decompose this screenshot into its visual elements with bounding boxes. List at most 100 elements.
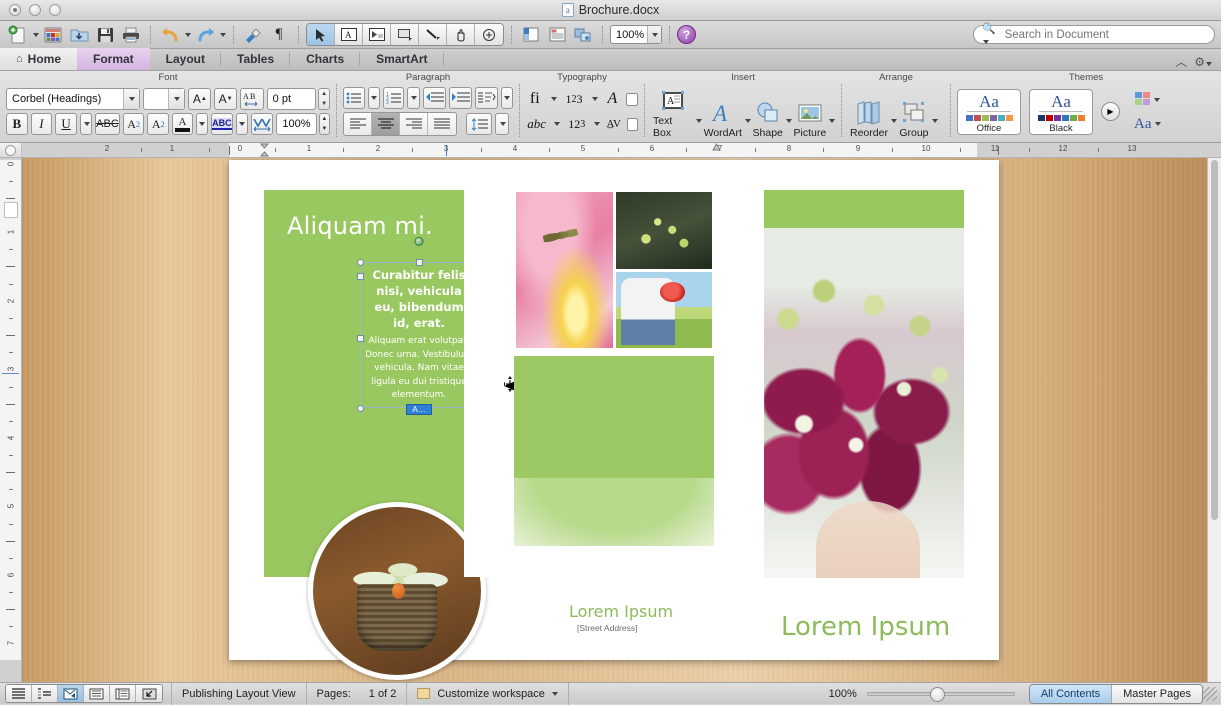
rotation-handle[interactable] — [414, 237, 424, 246]
text-box-dropdown-icon[interactable] — [695, 119, 702, 123]
tab-home[interactable]: ⌂ Home — [0, 48, 77, 70]
font-size-combo[interactable] — [143, 88, 186, 110]
line-spacing-dropdown-icon[interactable] — [495, 113, 509, 135]
tab-smartart[interactable]: SmartArt — [360, 48, 444, 70]
notebook-layout-view-button[interactable] — [110, 685, 136, 702]
publishing-layout-view-button[interactable] — [58, 685, 84, 702]
font-size-dropdown-icon[interactable] — [168, 89, 185, 109]
tab-charts[interactable]: Charts — [290, 48, 361, 70]
line-spacing-button[interactable] — [466, 113, 492, 135]
kerning-button[interactable]: A̲V — [606, 113, 621, 135]
picture-dropdown-icon[interactable] — [829, 119, 835, 123]
zoom-slider-knob[interactable] — [929, 686, 945, 702]
notebook-pane-button[interactable] — [545, 23, 569, 47]
line-tool[interactable] — [419, 24, 447, 45]
shape-dropdown-icon[interactable] — [785, 119, 792, 123]
tab-layout[interactable]: Layout — [150, 48, 222, 70]
insert-wordart-button[interactable]: A WordArt — [702, 101, 744, 139]
theme-office[interactable]: Aa Office — [957, 88, 1021, 135]
insert-text-box-button[interactable]: A Text Box — [651, 91, 695, 139]
indent-marker[interactable] — [259, 143, 270, 157]
reorder-button[interactable]: Reorder — [848, 101, 890, 139]
brochure-green-block[interactable] — [514, 356, 714, 546]
wordart-dropdown-icon[interactable] — [744, 119, 751, 123]
number-spacing-button[interactable]: 123 — [563, 88, 586, 110]
numbered-list-button[interactable]: 123 — [382, 87, 405, 109]
ligatures-dropdown-icon[interactable] — [550, 97, 557, 101]
resize-handle-top-center[interactable] — [416, 259, 423, 266]
zoom-slider[interactable] — [866, 686, 1015, 702]
horizontal-ruler-track[interactable]: 2 1 0 1 2 3 4 5 6 7 8 9 10 11 12 13 — [22, 143, 1221, 157]
shape-tool[interactable] — [391, 24, 419, 45]
bold-button[interactable]: B — [6, 113, 28, 135]
text-box-tool[interactable]: A — [335, 24, 363, 45]
vertical-scrollbar[interactable] — [1207, 158, 1221, 682]
help-button[interactable]: ? — [677, 25, 696, 44]
underline-button[interactable]: U — [55, 113, 77, 135]
open-button[interactable] — [67, 23, 91, 47]
undo-button[interactable] — [158, 23, 182, 47]
undo-dropdown-icon[interactable] — [185, 32, 191, 37]
resize-grip[interactable] — [1203, 686, 1217, 701]
increase-indent-button[interactable] — [449, 87, 473, 109]
print-button[interactable] — [119, 23, 143, 47]
magnifier-icon[interactable]: 🔍 — [982, 22, 1001, 47]
number-forms-dropdown-icon[interactable] — [594, 122, 601, 126]
resize-handle-left-upper[interactable] — [357, 273, 364, 280]
tab-master-pages[interactable]: Master Pages — [1112, 684, 1202, 703]
grow-font-button[interactable]: A ▲ — [188, 88, 212, 110]
media-browser-button[interactable] — [571, 23, 595, 47]
outline-view-button[interactable] — [32, 685, 58, 702]
search-field[interactable]: 🔍 — [973, 22, 1215, 47]
fern-fiddlehead-photo[interactable] — [615, 192, 712, 269]
decrease-indent-button[interactable] — [422, 87, 446, 109]
bulleted-list-button[interactable] — [343, 87, 365, 109]
chevron-up-icon[interactable]: ︿ — [1175, 53, 1187, 70]
strikethrough-button[interactable]: ABC — [95, 113, 120, 135]
font-name-dropdown-icon[interactable] — [123, 89, 140, 109]
sidebar-pane-button[interactable] — [519, 23, 543, 47]
zoom-level-field[interactable]: 100% — [610, 25, 662, 44]
horizontal-scale-icon[interactable] — [250, 113, 274, 135]
insert-picture-button[interactable]: Picture — [792, 104, 828, 139]
alignment-group[interactable] — [343, 112, 457, 136]
brochure-panel-right[interactable] — [764, 190, 964, 578]
number-forms-button[interactable]: 12 3 — [566, 113, 587, 135]
vertical-scrollbar-thumb[interactable] — [1211, 160, 1218, 520]
brochure-panel-left[interactable]: Aliquam mi. Curabitur felis nisi, vehicu… — [264, 190, 600, 680]
font-name-combo[interactable]: Corbel (Headings) — [6, 88, 141, 110]
number-spacing-dropdown-icon[interactable] — [592, 97, 599, 101]
customize-workspace-button[interactable]: Customize workspace — [407, 682, 569, 705]
numbered-list-dropdown-icon[interactable] — [407, 87, 420, 109]
align-center-button[interactable] — [372, 113, 400, 135]
sort-dropdown-icon[interactable] — [500, 87, 514, 109]
text-overflow-badge[interactable]: A… — [406, 404, 432, 415]
font-color-button[interactable]: A — [172, 113, 193, 135]
ligatures-button[interactable]: fi — [526, 88, 544, 110]
highlight-dropdown-icon[interactable] — [235, 113, 248, 135]
superscript-button[interactable]: A2 — [122, 113, 145, 135]
tab-stop-marker[interactable] — [446, 145, 447, 156]
theme-colors-button[interactable] — [1134, 91, 1161, 110]
page-sheet[interactable]: Aliquam mi. Curabitur felis nisi, vehicu… — [229, 160, 999, 680]
horizontal-ruler[interactable]: 2 1 0 1 2 3 4 5 6 7 8 9 10 11 12 13 — [0, 143, 1221, 158]
gear-icon[interactable]: ⚙ — [1194, 55, 1212, 69]
selected-text-box[interactable]: Curabitur felis nisi, vehicula eu, biben… — [357, 237, 483, 415]
stylistic-alternates-button[interactable]: abc — [526, 113, 547, 135]
character-spacing-field[interactable]: 0 pt — [266, 88, 317, 110]
character-spacing-stepper[interactable]: ▲ ▼ — [318, 88, 330, 110]
draft-view-button[interactable] — [6, 685, 32, 702]
highlight-button[interactable]: ABC — [211, 113, 233, 135]
pink-lily-photo[interactable] — [516, 192, 613, 348]
sort-button[interactable] — [475, 87, 498, 109]
resize-handle-bottom-left[interactable] — [357, 405, 364, 412]
ruler-corner-button[interactable] — [0, 143, 22, 157]
object-tools-group[interactable]: A — [306, 23, 504, 46]
resize-handle-top-left[interactable] — [357, 259, 364, 266]
bulleted-list-dropdown-icon[interactable] — [367, 87, 380, 109]
align-right-button[interactable] — [400, 113, 428, 135]
zoom-controls[interactable]: 100% — [829, 686, 1023, 702]
redo-button[interactable] — [193, 23, 217, 47]
brochure-photo-grid[interactable] — [514, 190, 714, 350]
panel-middle-footer-title[interactable]: Lorem Ipsum — [569, 602, 673, 621]
